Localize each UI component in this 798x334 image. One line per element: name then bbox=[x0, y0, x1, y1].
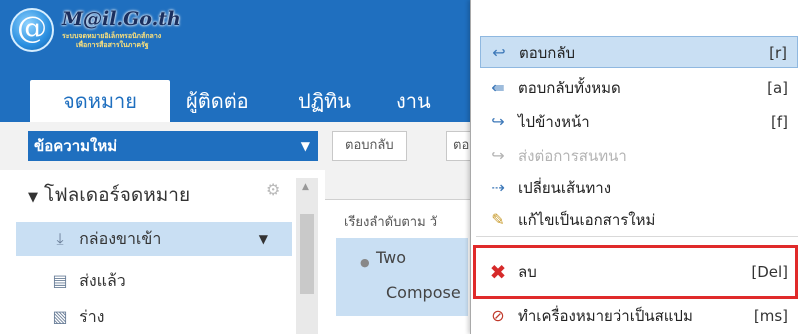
menu-shortcut: [r] bbox=[769, 44, 787, 62]
menu-item-label: ไปข้างหน้า bbox=[518, 113, 590, 131]
tab-mail[interactable]: จดหมาย bbox=[30, 80, 170, 122]
chevron-down-icon[interactable]: ▼ bbox=[301, 131, 310, 161]
folder-label: ร่าง bbox=[79, 307, 105, 326]
highlight-box bbox=[473, 245, 798, 299]
menu-item-label: ทำเครื่องหมายว่าเป็นสแปม bbox=[518, 307, 693, 325]
at-sign-logo-icon: @ bbox=[10, 8, 54, 52]
menu-item-label: เปลี่ยนเส้นทาง bbox=[518, 179, 612, 197]
inbox-icon: ⤓ bbox=[56, 229, 64, 248]
chevron-down-icon[interactable]: ▼ bbox=[259, 222, 268, 256]
menu-separator bbox=[476, 236, 798, 237]
tab-tasks[interactable]: งาน bbox=[396, 80, 431, 122]
unread-dot-icon: ● bbox=[360, 256, 370, 269]
folder-label: ส่งแล้ว bbox=[79, 271, 126, 290]
redirect-icon: ⇢ bbox=[491, 178, 505, 197]
sent-folder-icon: ▤ bbox=[52, 271, 68, 290]
pencil-icon: ✎ bbox=[491, 210, 505, 229]
logo-title: M@il.Go.th bbox=[62, 8, 181, 30]
forward-icon: ↪ bbox=[491, 112, 505, 131]
menu-item-forward[interactable]: ↪ ไปข้างหน้า [f] bbox=[480, 106, 798, 138]
spam-icon: ⊘ bbox=[491, 306, 505, 325]
folder-scrollbar[interactable]: ▲ bbox=[296, 178, 318, 334]
collapse-triangle-icon[interactable]: ▼ bbox=[28, 190, 38, 205]
scroll-up-icon[interactable]: ▲ bbox=[302, 182, 309, 192]
folders-header[interactable]: ▼ โฟลเดอร์จดหมาย bbox=[28, 180, 190, 210]
menu-item-mark-spam[interactable]: ⊘ ทำเครื่องหมายว่าเป็นสแปม [ms] bbox=[480, 300, 798, 332]
app-logo[interactable]: @ M@il.Go.th ระบบจดหมายอิเล็กทรอนิกส์กลา… bbox=[10, 6, 200, 52]
menu-item-edit-as-new[interactable]: ✎ แก้ไขเป็นเอกสารใหม่ bbox=[480, 204, 798, 236]
menu-shortcut: [f] bbox=[771, 113, 788, 131]
folders-title: โฟลเดอร์จดหมาย bbox=[44, 184, 191, 206]
menu-item-reply-all[interactable]: ⇚ ตอบกลับทั้งหมด [a] bbox=[480, 72, 798, 104]
message-subject: Compose bbox=[386, 283, 461, 302]
scrollbar-thumb[interactable] bbox=[300, 214, 314, 294]
forward-conversation-icon: ↪ bbox=[491, 146, 505, 165]
reply-all-icon: ⇚ bbox=[491, 78, 505, 97]
sort-header[interactable]: เรียงลำดับตาม วั bbox=[328, 210, 468, 236]
reply-button[interactable]: ตอบกลับ bbox=[332, 131, 407, 161]
menu-item-redirect[interactable]: ⇢ เปลี่ยนเส้นทาง bbox=[480, 172, 798, 204]
menu-item-label: แก้ไขเป็นเอกสารใหม่ bbox=[518, 211, 656, 229]
gear-icon[interactable]: ⚙ bbox=[266, 180, 280, 199]
message-sender: Two bbox=[376, 248, 406, 267]
logo-subtitle-line2: เพื่อการสื่อสารในภาครัฐ bbox=[76, 41, 149, 49]
folder-item-drafts[interactable]: ▧ ร่าง bbox=[16, 300, 292, 334]
menu-item-label: ส่งต่อการสนทนา bbox=[518, 147, 627, 165]
menu-shortcut: [a] bbox=[767, 79, 788, 97]
message-row[interactable]: ● Two Compose bbox=[336, 238, 468, 316]
logo-subtitle-line1: ระบบจดหมายอิเล็กทรอนิกส์กลาง bbox=[62, 32, 162, 40]
tab-contacts[interactable]: ผู้ติดต่อ bbox=[186, 80, 249, 122]
new-message-button[interactable]: ข้อความใหม่ ▼ bbox=[28, 131, 318, 161]
menu-item-forward-conversation: ↪ ส่งต่อการสนทนา bbox=[480, 140, 798, 172]
folder-item-sent[interactable]: ▤ ส่งแล้ว bbox=[16, 264, 292, 298]
reply-icon: ↩ bbox=[492, 43, 506, 62]
tab-calendar[interactable]: ปฏิทิน bbox=[298, 80, 351, 122]
new-message-label: ข้อความใหม่ bbox=[34, 137, 118, 155]
logo-subtitle: ระบบจดหมายอิเล็กทรอนิกส์กลาง เพื่อการสื่… bbox=[62, 32, 161, 50]
menu-item-label: ตอบกลับทั้งหมด bbox=[518, 79, 621, 97]
folder-label: กล่องขาเข้า bbox=[79, 229, 162, 248]
drafts-folder-icon: ▧ bbox=[52, 307, 68, 326]
folder-item-inbox[interactable]: ⤓ กล่องขาเข้า ▼ bbox=[16, 222, 292, 256]
menu-item-reply[interactable]: ↩ ตอบกลับ [r] bbox=[480, 36, 798, 68]
menu-shortcut: [ms] bbox=[753, 307, 788, 325]
menu-item-label: ตอบกลับ bbox=[519, 44, 576, 62]
